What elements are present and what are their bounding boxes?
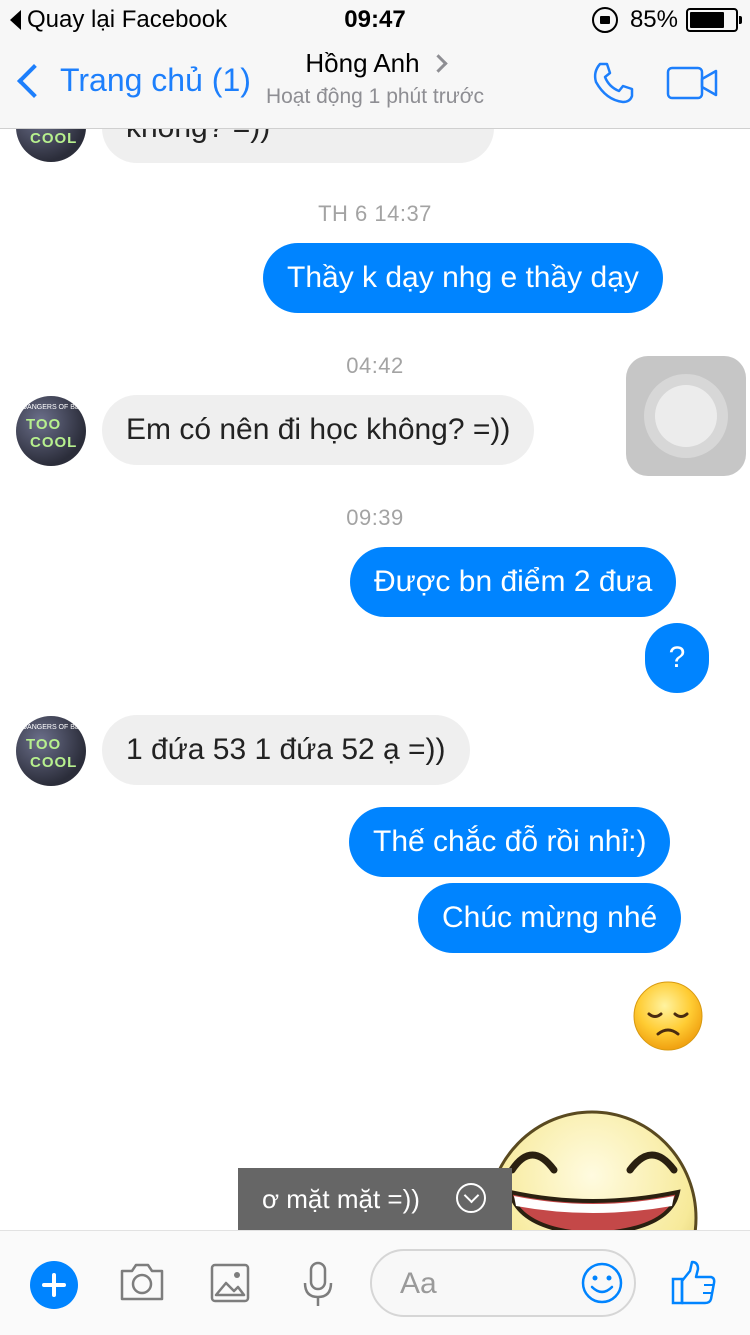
avatar-small-text: DANGERS OF BE	[22, 724, 80, 731]
plus-icon[interactable]	[30, 1261, 78, 1309]
incoming-message[interactable]: không? =))	[102, 129, 494, 163]
microphone-icon[interactable]	[302, 1261, 334, 1309]
avatar[interactable]: DANGERS OF BE TOO COOL	[16, 129, 86, 162]
outgoing-message[interactable]: Được bn điểm 2 đưa	[350, 547, 677, 617]
message-placeholder: Aa	[400, 1267, 437, 1300]
chevron-right-icon	[428, 54, 448, 73]
phone-icon[interactable]	[590, 60, 636, 106]
outgoing-message[interactable]: ?	[645, 623, 709, 693]
emoji-icon[interactable]	[580, 1261, 624, 1305]
tooltip-text: ơ mặt mặt =))	[262, 1183, 420, 1214]
incoming-message[interactable]: 1 đứa 53 1 đứa 52 ạ =))	[102, 715, 470, 785]
outgoing-message[interactable]: Chúc mừng nhé	[418, 883, 682, 953]
avatar-text-2: COOL	[30, 130, 78, 147]
preview-tooltip[interactable]: ơ mặt mặt =))	[238, 1168, 512, 1230]
contact-name: Hồng Anh	[305, 48, 420, 78]
outgoing-message[interactable]: Thầy k dạy nhg e thầy dạy	[263, 243, 663, 313]
sad-face-emoji[interactable]	[632, 980, 704, 1052]
battery-fill	[690, 12, 724, 28]
battery-icon	[686, 8, 742, 32]
avatar-text-2: COOL	[30, 434, 78, 451]
video-camera-icon[interactable]	[666, 66, 718, 100]
nav-bar: Trang chủ (1) Hồng Anh Hoạt động 1 phút …	[0, 40, 750, 129]
message-list[interactable]: DANGERS OF BE TOO COOL không? =)) TH 6 1…	[0, 129, 750, 1230]
message-input[interactable]: Aa	[370, 1249, 636, 1317]
avatar[interactable]: DANGERS OF BE TOO COOL	[16, 396, 86, 466]
conversation-header[interactable]: Hồng Anh Hoạt động 1 phút trước	[0, 48, 750, 109]
avatar-text-1: TOO	[26, 736, 62, 753]
chevron-down-circle-icon[interactable]	[456, 1183, 486, 1213]
laughing-face-sticker[interactable]	[484, 1110, 700, 1230]
contact-name-row[interactable]: Hồng Anh	[305, 48, 448, 79]
rotation-lock-icon	[591, 7, 618, 33]
outgoing-message[interactable]: Thế chắc đỗ rồi nhỉ:)	[349, 807, 671, 877]
active-status: Hoạt động 1 phút trước	[265, 85, 485, 108]
avatar-text-2: COOL	[30, 754, 78, 771]
assistive-touch-button[interactable]	[626, 356, 746, 476]
battery-percent: 85%	[629, 6, 678, 33]
thumbs-up-icon[interactable]	[670, 1259, 718, 1307]
composer-bar: Aa	[0, 1230, 750, 1335]
avatar-text-1: TOO	[26, 416, 62, 433]
status-right: 85%	[591, 6, 742, 34]
image-icon[interactable]	[210, 1263, 250, 1303]
timestamp: 09:39	[346, 505, 404, 530]
timestamp: TH 6 14:37	[318, 201, 432, 226]
incoming-message[interactable]: Em có nên đi học không? =))	[102, 395, 535, 465]
assistive-touch-center	[655, 385, 717, 447]
avatar-small-text: DANGERS OF BE	[22, 404, 80, 411]
avatar[interactable]: DANGERS OF BE TOO COOL	[16, 716, 86, 786]
camera-icon[interactable]	[118, 1261, 166, 1303]
status-bar: Quay lại Facebook 09:47 85%	[0, 0, 750, 40]
